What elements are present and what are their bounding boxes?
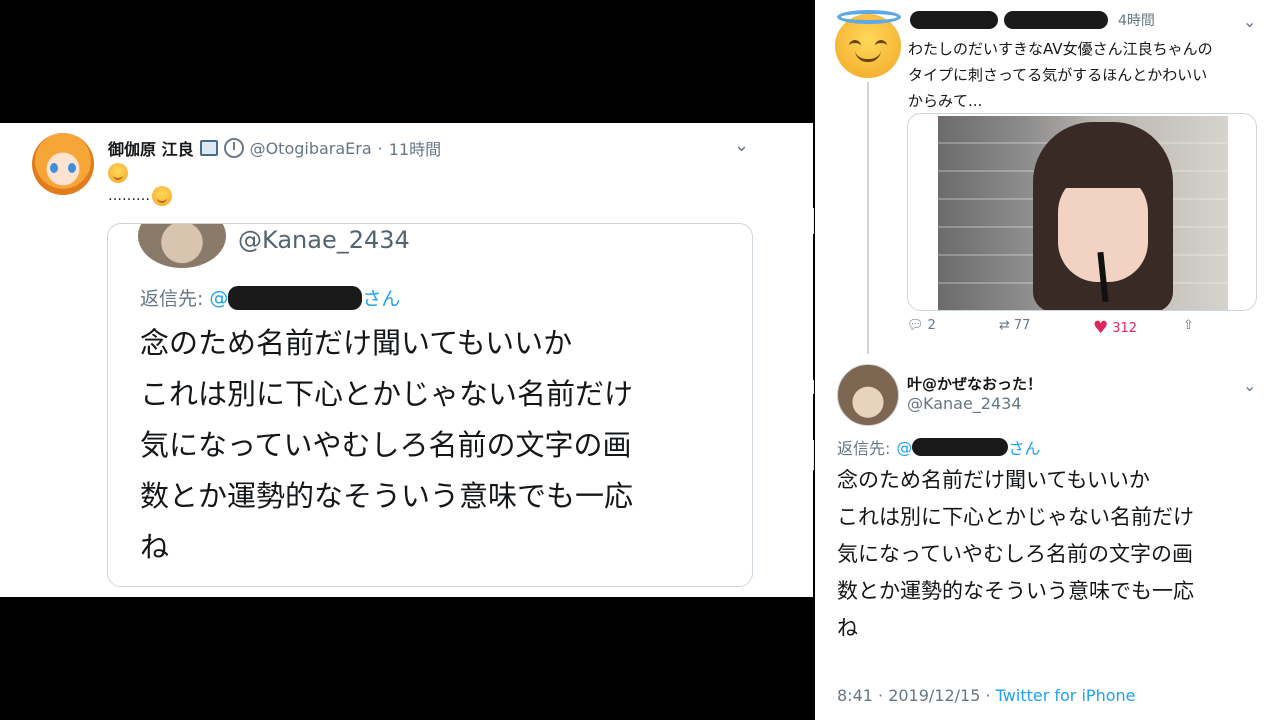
tweet-text-line: タイプに刺さってる気がするほんとかわいい bbox=[908, 66, 1208, 84]
left-tweet-panel: 御伽原 江良 @OtogibaraEra · 11時間 ⌄ ……… @Kanae… bbox=[0, 123, 813, 597]
thread-connector bbox=[867, 82, 869, 354]
quoted-text: 念のため名前だけ聞いてもいいか これは別に下心とかじゃない名前だけ 気になってい… bbox=[140, 318, 740, 573]
avatar-mouth bbox=[855, 50, 881, 62]
tweet-text-line: 数とか運勢的なそういう意味でも一応 bbox=[837, 579, 1194, 603]
heart-icon: ♥ bbox=[1093, 318, 1109, 338]
redaction-bar bbox=[912, 438, 1009, 456]
reply-icon: 💬︎ bbox=[907, 318, 924, 333]
tweet-time[interactable]: 11時間 bbox=[389, 136, 441, 160]
reply-button[interactable]: 💬︎ 2 bbox=[907, 318, 936, 333]
tweet-text: わたしのだいすきなAV女優さん江良ちゃんの タイプに刺さってる気がするほんとかわ… bbox=[908, 36, 1268, 114]
author-name[interactable]: 叶@かぜなおった！ bbox=[907, 373, 1042, 394]
retweet-button[interactable]: ⇄ 77 bbox=[999, 318, 1030, 333]
chevron-down-icon[interactable]: ⌄ bbox=[1243, 12, 1256, 31]
tweet-header: 4時間 bbox=[910, 10, 1155, 30]
right-thread-panel: 4時間 ⌄ わたしのだいすきなAV女優さん江良ちゃんの タイプに刺さってる気がす… bbox=[815, 0, 1280, 720]
tweet-emoji-line bbox=[108, 163, 128, 187]
tweet-text-line: 念のため名前だけ聞いてもいいか bbox=[837, 468, 1150, 492]
quoted-text-line: 気になっていやむしろ名前の文字の画 bbox=[140, 428, 632, 462]
avatar-eye bbox=[50, 163, 58, 173]
avatar[interactable] bbox=[837, 364, 899, 426]
tweet-client-link[interactable]: Twitter for iPhone bbox=[996, 686, 1136, 705]
blushing-face-icon bbox=[152, 186, 172, 206]
redaction-bar bbox=[228, 285, 363, 310]
share-icon: ⇧ bbox=[1183, 318, 1194, 333]
reply-prefix: 返信先: bbox=[140, 288, 204, 310]
ellipsis-text: ……… bbox=[108, 188, 150, 204]
tweet-text: 念のため名前だけ聞いてもいいか これは別に下心とかじゃない名前だけ 気になってい… bbox=[837, 462, 1277, 647]
share-button[interactable]: ⇧ bbox=[1183, 318, 1194, 333]
media-card[interactable] bbox=[907, 113, 1257, 311]
retweet-count: 77 bbox=[1013, 318, 1031, 333]
quoted-text-line: 数とか運勢的なそういう意味でも一応 bbox=[140, 479, 634, 513]
separator-dot: · bbox=[377, 138, 383, 158]
tweet-photo[interactable] bbox=[938, 116, 1228, 310]
like-button[interactable]: ♥ 312 bbox=[1093, 318, 1137, 338]
avatar-eye bbox=[68, 163, 76, 173]
tweet-timestamp[interactable]: 8:41 · 2019/12/15 · bbox=[837, 686, 996, 705]
reply-suffix: さん bbox=[362, 288, 401, 310]
quoted-text-line: これは別に下心とかじゃない名前だけ bbox=[140, 377, 634, 411]
retweet-icon: ⇄ bbox=[999, 318, 1010, 333]
tweet-text-line: 気になっていやむしろ名前の文字の画 bbox=[837, 542, 1193, 566]
reply-prefix: 返信先: bbox=[837, 439, 891, 458]
tweet-actions: 💬︎ 2 ⇄ 77 ♥ 312 ⇧ bbox=[907, 318, 1237, 340]
avatar-eye bbox=[849, 40, 861, 46]
avatar[interactable] bbox=[32, 133, 94, 195]
quoted-text-line: 念のため名前だけ聞いてもいいか bbox=[140, 326, 573, 360]
reply-to-line: 返信先: @ さん bbox=[140, 284, 400, 311]
reply-mention[interactable]: @ bbox=[209, 287, 228, 309]
chevron-down-icon[interactable]: ⌄ bbox=[1243, 376, 1256, 395]
tweet-text-line: これは別に下心とかじゃない名前だけ bbox=[837, 505, 1194, 529]
halo-icon bbox=[837, 10, 901, 24]
clock-icon bbox=[223, 138, 244, 158]
like-count: 312 bbox=[1112, 320, 1138, 336]
reply-mention[interactable]: @ bbox=[896, 438, 912, 457]
reply-count: 2 bbox=[927, 318, 936, 333]
tweet-text-line: ……… bbox=[108, 186, 172, 206]
smiling-face-icon bbox=[108, 163, 128, 183]
author-handle[interactable]: @OtogibaraEra bbox=[250, 139, 372, 158]
reply-suffix: さん bbox=[1008, 439, 1041, 458]
avatar-eye bbox=[875, 40, 887, 46]
reply-to-line: 返信先: @ さん bbox=[837, 435, 1040, 459]
tweet-meta: 8:41 · 2019/12/15 · Twitter for iPhone bbox=[837, 686, 1135, 705]
tweet-text-line: からみて... bbox=[908, 92, 983, 110]
author-name[interactable]: 御伽原 江良 bbox=[108, 136, 194, 160]
author-handle[interactable]: @Kanae_2434 bbox=[907, 394, 1022, 413]
tweet-header: 御伽原 江良 @OtogibaraEra · 11時間 bbox=[108, 136, 441, 160]
quoted-tweet[interactable]: @Kanae_2434 返信先: @ さん 念のため名前だけ聞いてもいいか これ… bbox=[107, 223, 753, 587]
redaction-bar bbox=[910, 11, 998, 29]
badge-icon bbox=[199, 140, 218, 156]
quoted-avatar bbox=[138, 224, 226, 268]
tweet-text-line: ね bbox=[837, 616, 858, 640]
tweet-time[interactable]: 4時間 bbox=[1118, 10, 1155, 30]
quoted-handle: @Kanae_2434 bbox=[238, 226, 410, 254]
quoted-text-line: ね bbox=[140, 530, 170, 564]
chevron-down-icon[interactable]: ⌄ bbox=[734, 135, 749, 156]
tweet-text-line: わたしのだいすきなAV女優さん江良ちゃんの bbox=[908, 40, 1213, 58]
redaction-bar bbox=[1004, 11, 1108, 29]
